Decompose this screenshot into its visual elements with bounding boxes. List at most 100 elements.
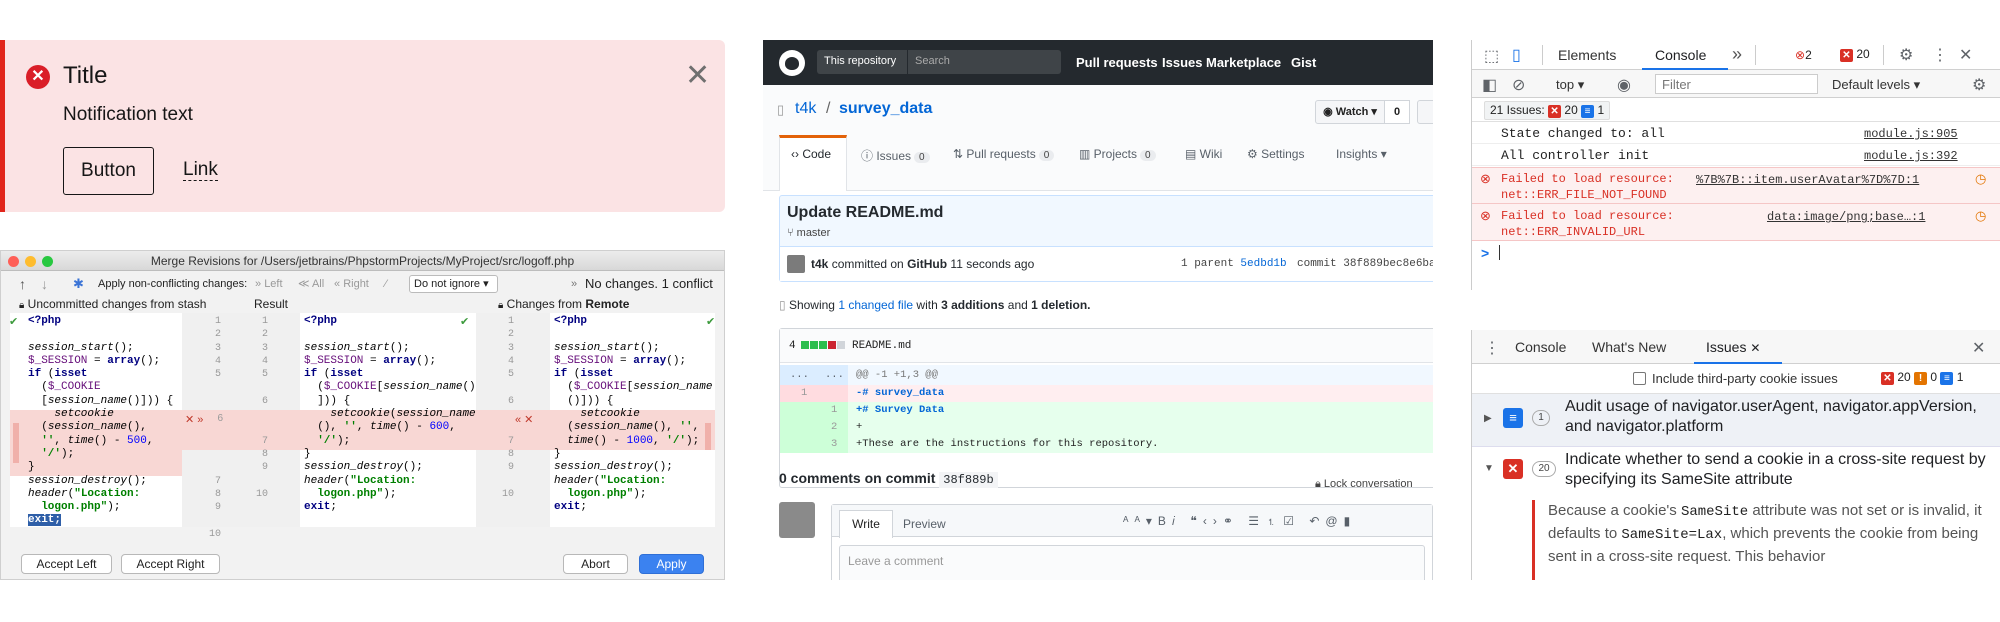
github-header: This repository Search Pull requests Iss… [763,40,1433,85]
drawer-tab-console[interactable]: Console [1515,339,1566,355]
gear-icon[interactable]: ⚙ [1972,75,1986,95]
source-link[interactable]: module.js:392 [1864,147,1958,165]
network-request-icon[interactable]: ◷ [1975,171,1986,187]
markdown-toolbar-icons[interactable]: ᴬᴬ▾B𝑖 ❝‹›⚭ ☰⒈☑ ↶@▮ [1123,514,1356,529]
old-line-number: 1 [801,387,808,399]
check-icon: ✔ [9,316,19,328]
inspect-icon[interactable]: ⬚ [1484,46,1499,66]
clear-console-icon[interactable]: ⊘ [1512,75,1525,95]
source-link[interactable]: data:image/png;base…:1 [1767,208,1925,226]
drawer-tab-whats-new[interactable]: What's New [1592,339,1666,355]
lock-conversation[interactable]: 🔒︎ Lock conversation [1315,478,1413,491]
tab-wiki[interactable]: ▤ Wiki [1185,147,1222,177]
kebab-menu-icon[interactable]: ⋮ [1932,45,1948,65]
tab-projects[interactable]: ▥ Projects 0 [1079,147,1156,177]
search-box[interactable]: This repository Search [817,50,1061,74]
more-tabs-button[interactable]: » [1732,44,1742,65]
issue-counter[interactable]: ✕ 20 [1840,47,1870,62]
device-toolbar-icon[interactable]: ▯ [1512,45,1521,65]
divider [1542,45,1543,65]
tab-insights[interactable]: Insights ▾ [1336,147,1387,177]
arrow-down-icon[interactable]: ↓ [41,271,48,297]
notification-link[interactable]: Link [183,160,218,181]
apply-left-button[interactable]: » Left [255,271,283,297]
error-counter[interactable]: ⊗2 [1795,48,1812,62]
apply-button[interactable]: Apply [639,554,704,574]
sidebar-toggle-icon[interactable]: ◧ [1482,75,1497,95]
diffstat-block [828,341,836,349]
diffstat-block [819,341,827,349]
filter-input[interactable]: Filter [1655,74,1818,94]
tab-settings[interactable]: ⚙ Settings [1247,147,1304,177]
eye-icon[interactable]: ◉ [1617,75,1631,95]
magic-resolve-icon[interactable]: ✱ [73,271,84,297]
arrow-up-icon[interactable]: ↑ [19,271,26,297]
repo-owner[interactable]: t4k [795,100,816,118]
ignore-dropdown[interactable]: Do not ignore ▾ [409,275,498,293]
kebab-menu-icon[interactable]: ⋮ [1484,338,1500,358]
error-detail: net::ERR_INVALID_URL [1501,225,1646,239]
nav-pull-requests[interactable]: Pull requests [1076,55,1158,70]
network-request-icon[interactable]: ◷ [1975,208,1986,224]
result-pane-header: Result [254,297,289,311]
log-levels-dropdown[interactable]: Default levels ▾ [1832,77,1920,93]
tab-pull-requests[interactable]: ⇅ Pull requests 0 [953,147,1055,177]
error-icon: ✕ [26,65,50,89]
merge-status: No changes. 1 conflict [585,276,713,291]
abort-button[interactable]: Abort [563,554,628,574]
watch-button[interactable]: ◉ Watch ▾ [1315,100,1385,124]
star-button[interactable] [1417,100,1433,124]
repo-name[interactable]: survey_data [839,100,932,118]
drawer-tab-issues[interactable]: Issues ✕ [1706,339,1760,355]
nav-issues[interactable]: Issues [1162,55,1202,70]
new-line-number: 3 [831,438,838,450]
changed-files-link[interactable]: 1 changed file [838,298,913,312]
github-logo-icon[interactable] [779,50,805,76]
source-link[interactable]: module.js:905 [1864,125,1958,143]
warning-icon: ! [1914,372,1928,385]
context-selector[interactable]: top ▾ [1556,77,1584,93]
accept-left-button[interactable]: Accept Left [21,554,112,574]
gear-icon[interactable]: ⚙ [1899,45,1913,65]
commit-sha: commit 38f889bec8e6ba9e [1297,258,1433,270]
apply-all-button[interactable]: ≪ All [298,271,324,297]
file-name[interactable]: README.md [852,340,911,352]
avatar[interactable] [787,255,805,273]
close-icon[interactable]: ✕ [1959,45,1972,65]
third-party-checkbox[interactable] [1633,372,1646,385]
tab-issues[interactable]: ⓘ Issues 0 [861,147,930,177]
collapse-arrow-icon[interactable]: ▼ [1484,463,1494,474]
accept-right-button[interactable]: Accept Right [121,554,220,574]
preview-tab[interactable]: Preview [903,517,946,531]
minimize-window-button[interactable] [25,256,36,267]
apply-right-button[interactable]: « Right [334,271,369,297]
hunk-range: @@ -1 +1,3 @@ [856,369,938,381]
watch-count[interactable]: 0 [1384,100,1410,124]
info-icon: ≡ [1940,372,1954,385]
conflict-marker [13,423,19,463]
tab-console[interactable]: Console [1655,47,1706,63]
zoom-window-button[interactable] [42,256,53,267]
right-code: <?php session_start(); $_SESSION = array… [554,315,713,514]
nav-gist[interactable]: Gist [1291,55,1316,70]
issue-count-badge: 20 [1532,461,1556,477]
wand-icon[interactable]: ⁄ [385,271,387,297]
third-party-label: Include third-party cookie issues [1652,371,1838,386]
nav-marketplace[interactable]: Marketplace [1206,55,1281,70]
close-icon[interactable]: ✕ [1750,341,1760,355]
devtools-issues-drawer: ⋮ Console What's New Issues ✕ ✕ Include … [1471,330,2000,580]
source-link[interactable]: %7B%7B::item.userAvatar%7D%7D:1 [1696,171,1919,189]
expand-arrow-icon[interactable]: ▶ [1484,413,1492,424]
divider [1883,45,1884,65]
close-icon[interactable]: ✕ [685,58,710,93]
notification-button[interactable]: Button [63,147,154,195]
console-input[interactable] [1499,245,1500,260]
accept-right-change-icon[interactable]: « ✕ [515,413,533,426]
tab-elements[interactable]: Elements [1558,47,1616,63]
comment-textarea[interactable]: Leave a comment [839,545,1425,580]
close-icon[interactable]: ✕ [1972,338,1985,358]
issues-button[interactable]: 21 Issues: ✕ 20 ≡ 1 [1484,101,1611,120]
line-number-cell [780,385,848,402]
close-window-button[interactable] [8,256,19,267]
write-tab[interactable]: Write [839,510,893,538]
